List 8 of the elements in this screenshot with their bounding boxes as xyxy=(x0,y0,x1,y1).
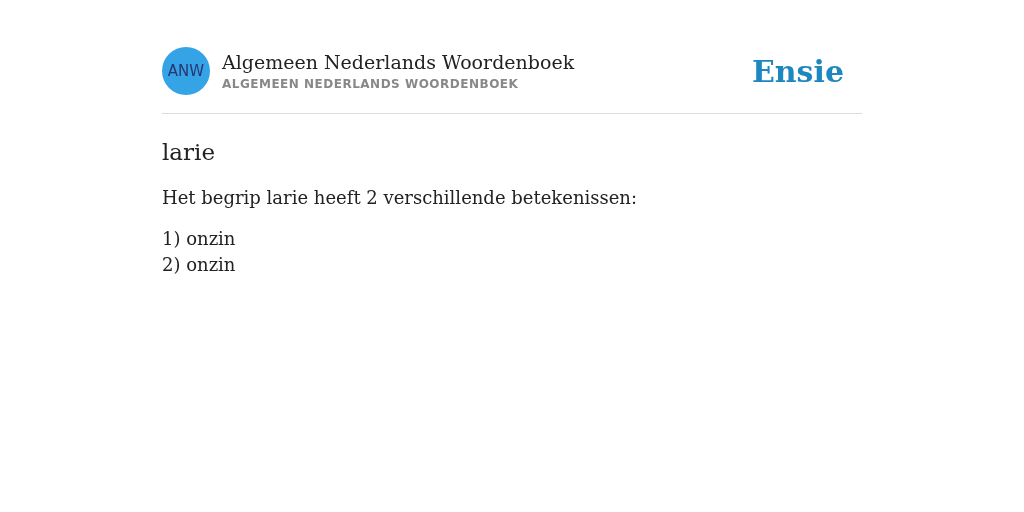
entry-intro: Het begrip larie heeft 2 verschillende betekenissen: xyxy=(162,187,639,208)
logo: ANW xyxy=(162,47,210,95)
dictionary-subtitle: ALGEMEEN NEDERLANDS WOORDENBOEK xyxy=(222,77,520,91)
meaning-item: 2) onzin xyxy=(162,254,237,275)
dictionary-title: Algemeen Nederlands Woordenboek xyxy=(222,51,576,73)
brand-logo[interactable]: Ensie xyxy=(751,53,844,89)
entry-term: larie xyxy=(162,139,217,165)
meaning-item: 1) onzin xyxy=(162,228,237,249)
